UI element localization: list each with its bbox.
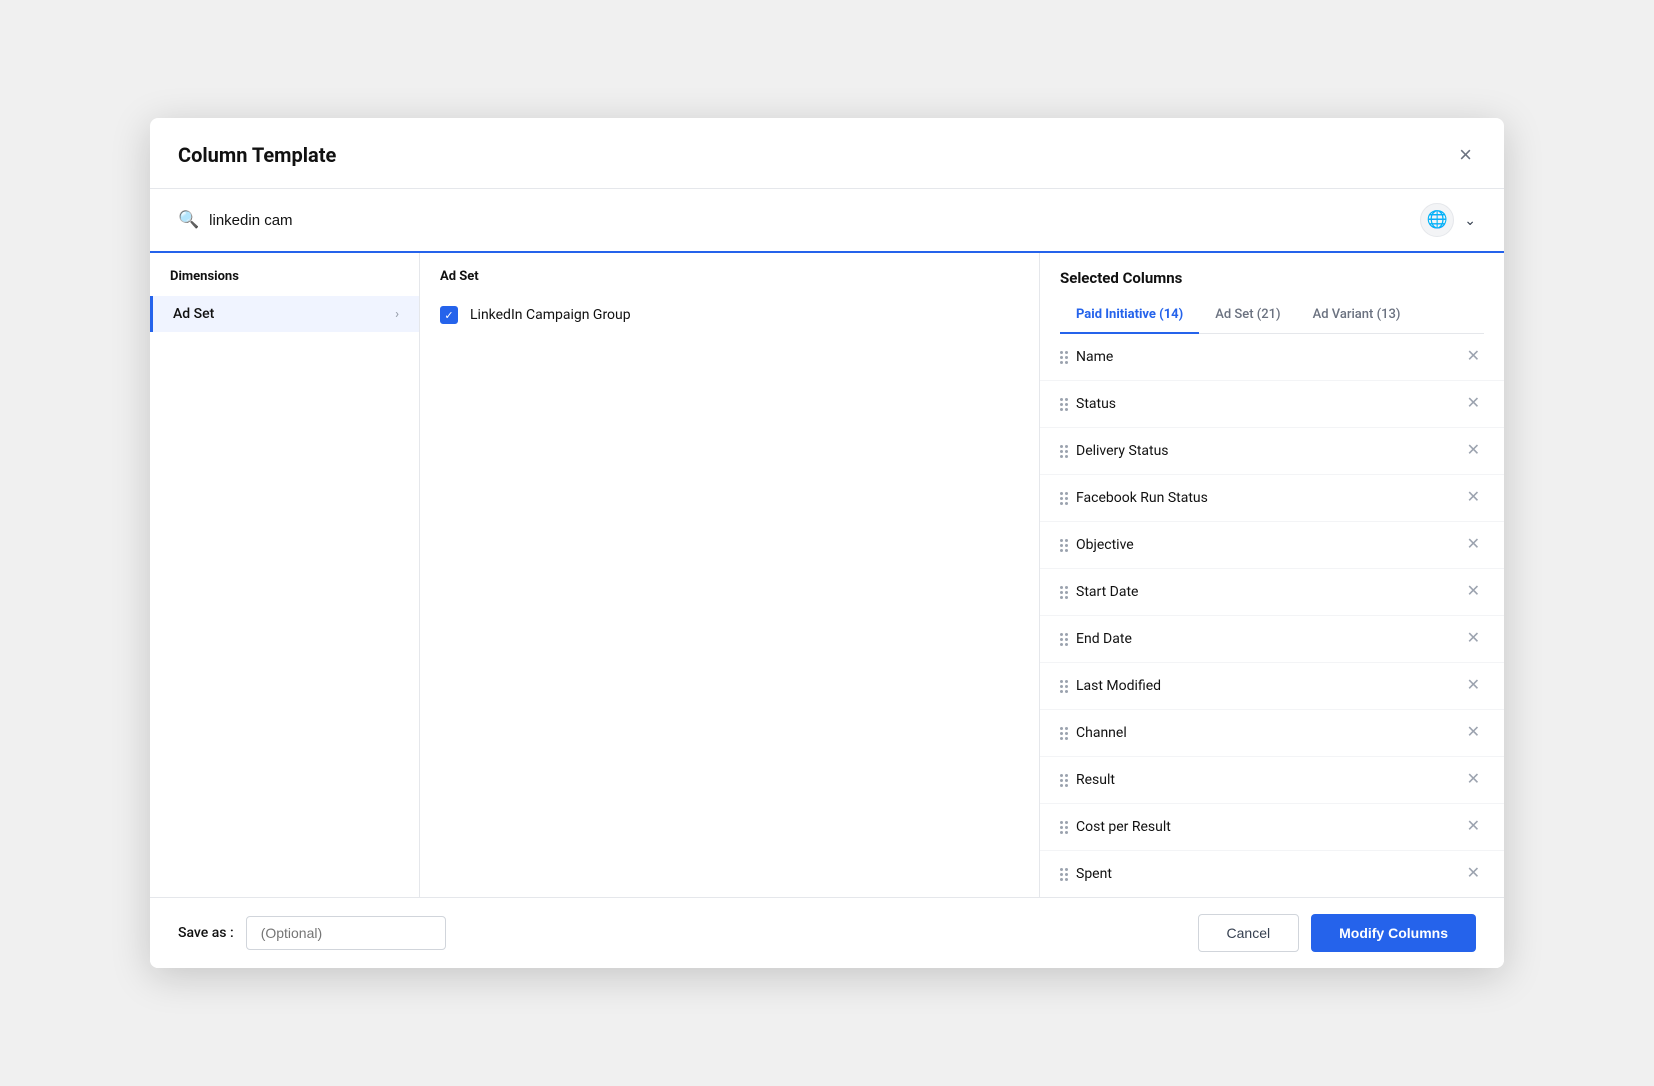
column-left: Delivery Status — [1060, 443, 1169, 459]
column-item-result: Result ✕ — [1040, 757, 1504, 804]
tab-ad-set[interactable]: Ad Set (21) — [1199, 299, 1296, 334]
globe-button[interactable]: 🌐 — [1420, 203, 1454, 237]
column-item-delivery-status: Delivery Status ✕ — [1040, 428, 1504, 475]
column-label-last-modified: Last Modified — [1076, 678, 1161, 694]
drag-handle-start-date[interactable] — [1060, 586, 1068, 599]
column-label-status: Status — [1076, 396, 1116, 412]
adset-item-label: LinkedIn Campaign Group — [470, 307, 631, 323]
remove-button-spent[interactable]: ✕ — [1463, 864, 1484, 884]
selected-columns-header: Selected Columns Paid Initiative (14) Ad… — [1040, 253, 1504, 334]
column-label-cost-per-result: Cost per Result — [1076, 819, 1171, 835]
remove-button-channel[interactable]: ✕ — [1463, 723, 1484, 743]
dimension-item-adset[interactable]: Ad Set › — [150, 296, 419, 332]
modal-header: Column Template × — [150, 118, 1504, 189]
drag-handle-channel[interactable] — [1060, 727, 1068, 740]
search-bar: 🔍 🌐 ⌄ — [150, 189, 1504, 253]
modal-footer: Save as : Cancel Modify Columns — [150, 897, 1504, 968]
column-left: Start Date — [1060, 584, 1138, 600]
remove-button-facebook-run-status[interactable]: ✕ — [1463, 488, 1484, 508]
save-as-area: Save as : — [178, 916, 446, 950]
column-label-result: Result — [1076, 772, 1115, 788]
columns-list: Name ✕ Status ✕ — [1040, 334, 1504, 897]
column-item-facebook-run-status: Facebook Run Status ✕ — [1040, 475, 1504, 522]
modify-columns-button[interactable]: Modify Columns — [1311, 914, 1476, 952]
dimensions-panel: Dimensions Ad Set › — [150, 253, 420, 897]
column-left: Spent — [1060, 866, 1112, 882]
drag-handle-facebook-run-status[interactable] — [1060, 492, 1068, 505]
adset-item-linkedin[interactable]: ✓ LinkedIn Campaign Group — [420, 296, 1039, 334]
column-item-spent: Spent ✕ — [1040, 851, 1504, 897]
column-left: Name — [1060, 349, 1113, 365]
column-item-name: Name ✕ — [1040, 334, 1504, 381]
drag-handle-delivery-status[interactable] — [1060, 445, 1068, 458]
remove-button-objective[interactable]: ✕ — [1463, 535, 1484, 555]
drag-handle-end-date[interactable] — [1060, 633, 1068, 646]
drag-handle-status[interactable] — [1060, 398, 1068, 411]
column-label-end-date: End Date — [1076, 631, 1132, 647]
column-item-channel: Channel ✕ — [1040, 710, 1504, 757]
adset-title: Ad Set — [420, 269, 1039, 296]
column-item-objective: Objective ✕ — [1040, 522, 1504, 569]
cancel-button[interactable]: Cancel — [1198, 914, 1300, 952]
footer-actions: Cancel Modify Columns — [1198, 914, 1476, 952]
drag-handle-cost-per-result[interactable] — [1060, 821, 1068, 834]
column-item-status: Status ✕ — [1040, 381, 1504, 428]
remove-button-last-modified[interactable]: ✕ — [1463, 676, 1484, 696]
remove-button-result[interactable]: ✕ — [1463, 770, 1484, 790]
remove-button-end-date[interactable]: ✕ — [1463, 629, 1484, 649]
selected-columns-panel: Selected Columns Paid Initiative (14) Ad… — [1040, 253, 1504, 897]
dimensions-title: Dimensions — [150, 269, 419, 296]
search-icon: 🔍 — [178, 210, 199, 230]
chevron-right-icon: › — [395, 307, 399, 322]
modal-title: Column Template — [178, 143, 336, 167]
column-label-objective: Objective — [1076, 537, 1134, 553]
column-item-start-date: Start Date ✕ — [1040, 569, 1504, 616]
column-label-spent: Spent — [1076, 866, 1112, 882]
column-left: Channel — [1060, 725, 1127, 741]
save-as-input[interactable] — [246, 916, 446, 950]
column-label-name: Name — [1076, 349, 1113, 365]
column-tabs: Paid Initiative (14) Ad Set (21) Ad Vari… — [1060, 299, 1484, 334]
tab-ad-variant[interactable]: Ad Variant (13) — [1297, 299, 1417, 334]
drag-handle-objective[interactable] — [1060, 539, 1068, 552]
remove-button-cost-per-result[interactable]: ✕ — [1463, 817, 1484, 837]
drag-handle-name[interactable] — [1060, 351, 1068, 364]
checkbox-linkedin[interactable]: ✓ — [440, 306, 458, 324]
selected-columns-title: Selected Columns — [1060, 269, 1484, 287]
column-item-cost-per-result: Cost per Result ✕ — [1040, 804, 1504, 851]
column-left: Status — [1060, 396, 1116, 412]
drag-handle-result[interactable] — [1060, 774, 1068, 787]
remove-button-status[interactable]: ✕ — [1463, 394, 1484, 414]
column-left: Cost per Result — [1060, 819, 1171, 835]
chevron-down-button[interactable]: ⌄ — [1464, 212, 1476, 229]
remove-button-delivery-status[interactable]: ✕ — [1463, 441, 1484, 461]
modal-body: Dimensions Ad Set › Ad Set ✓ LinkedIn Ca… — [150, 253, 1504, 897]
column-left: Facebook Run Status — [1060, 490, 1208, 506]
column-left: Result — [1060, 772, 1115, 788]
save-as-label: Save as : — [178, 925, 234, 941]
column-left: End Date — [1060, 631, 1132, 647]
column-left: Objective — [1060, 537, 1134, 553]
drag-handle-spent[interactable] — [1060, 868, 1068, 881]
column-item-end-date: End Date ✕ — [1040, 616, 1504, 663]
search-input[interactable] — [209, 212, 1410, 229]
column-template-modal: Column Template × 🔍 🌐 ⌄ Dimensions Ad Se… — [150, 118, 1504, 968]
column-left: Last Modified — [1060, 678, 1161, 694]
column-label-facebook-run-status: Facebook Run Status — [1076, 490, 1208, 506]
adset-panel: Ad Set ✓ LinkedIn Campaign Group — [420, 253, 1040, 897]
column-item-last-modified: Last Modified ✕ — [1040, 663, 1504, 710]
remove-button-name[interactable]: ✕ — [1463, 347, 1484, 367]
remove-button-start-date[interactable]: ✕ — [1463, 582, 1484, 602]
tab-paid-initiative[interactable]: Paid Initiative (14) — [1060, 299, 1199, 334]
column-label-delivery-status: Delivery Status — [1076, 443, 1169, 459]
dimension-item-label: Ad Set — [173, 306, 214, 322]
drag-handle-last-modified[interactable] — [1060, 680, 1068, 693]
column-label-channel: Channel — [1076, 725, 1127, 741]
close-button[interactable]: × — [1455, 140, 1476, 170]
column-label-start-date: Start Date — [1076, 584, 1138, 600]
